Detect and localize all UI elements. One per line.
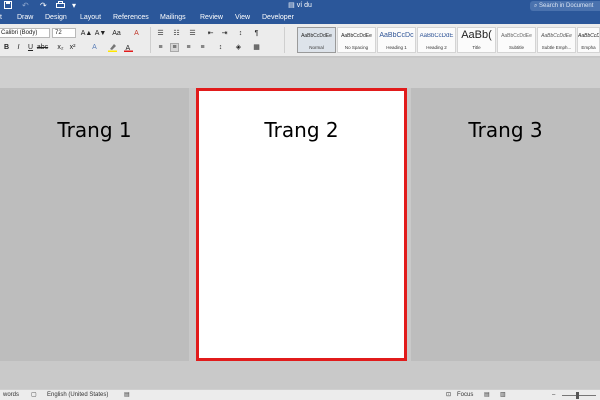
style-subtitle[interactable]: AaBbCcDdEe Subtitle [497, 27, 536, 53]
search-box[interactable]: ⌕ Search in Document [530, 1, 600, 11]
bullets-button[interactable]: ☰ [156, 29, 165, 38]
tab-draw[interactable]: Draw [17, 12, 33, 24]
font-size-dropdown[interactable]: 72 [52, 28, 76, 38]
zoom-slider[interactable] [562, 392, 596, 399]
track-changes-icon[interactable]: ▤ [124, 391, 130, 400]
tab-review[interactable]: Review [200, 12, 223, 24]
style-no-spacing[interactable]: AaBbCcDdEe No Spacing [337, 27, 376, 53]
tab-references[interactable]: References [113, 12, 149, 24]
italic-button[interactable]: I [14, 43, 23, 52]
decrease-indent-button[interactable]: ⇤ [206, 29, 215, 38]
proofing-icon[interactable]: ▢ [31, 391, 37, 400]
language-indicator[interactable]: English (United States) [47, 391, 108, 400]
ribbon-separator [150, 27, 151, 53]
shrink-font-button[interactable]: A▼ [95, 29, 107, 38]
bold-button[interactable]: B [2, 43, 11, 52]
focus-label[interactable]: Focus [457, 391, 473, 400]
underline-button[interactable]: U [26, 43, 35, 52]
search-placeholder: Search in Document [539, 3, 594, 9]
title-bar: ↶ ↷ ▾ ▤ ví du ⌕ Search in Document [0, 0, 600, 12]
tab-view[interactable]: View [235, 12, 250, 24]
zoom-out-icon[interactable]: – [552, 391, 555, 400]
font-color-icon: A [124, 45, 133, 52]
tab-layout[interactable]: Layout [80, 12, 101, 24]
strikethrough-button[interactable]: abc [37, 43, 48, 52]
numbering-button[interactable]: ☷ [172, 29, 181, 38]
style-emphasis[interactable]: AaBbCcDdEe Empha [577, 27, 600, 53]
text-effects-icon[interactable]: A [90, 43, 99, 52]
align-left-button[interactable]: ≡ [156, 43, 165, 52]
shading-button[interactable]: ◈ [234, 43, 243, 52]
clear-formatting-button[interactable]: A [132, 29, 141, 38]
document-file-icon: ▤ [288, 2, 297, 9]
document-title: ▤ ví du [288, 2, 312, 9]
ruler-strip [0, 58, 600, 88]
print-layout-view-icon[interactable]: ▤ [484, 391, 490, 400]
focus-mode-icon[interactable]: ⊡ [446, 391, 451, 400]
ribbon-separator [284, 27, 285, 53]
paragraph-mark-button[interactable]: ¶ [252, 29, 261, 38]
status-bar: words ▢ English (United States) ▤ ⊡ Focu… [0, 389, 600, 400]
page-3[interactable]: Trang 3 [411, 88, 600, 361]
line-spacing-button[interactable]: ↕ [216, 43, 225, 52]
tab-developer[interactable]: Developer [262, 12, 294, 24]
increase-indent-button[interactable]: ⇥ [220, 29, 229, 38]
page-3-title: Trang 3 [468, 118, 543, 142]
change-case-button[interactable]: Aa [112, 29, 121, 38]
page-2-selected[interactable]: Trang 2 [196, 88, 407, 361]
highlighter-icon [108, 44, 117, 52]
style-heading-1[interactable]: AaBbCcDc Heading 1 [377, 27, 416, 53]
clear-formatting-icon: A [134, 30, 139, 37]
tab-insert[interactable]: t [0, 12, 2, 24]
font-name-dropdown[interactable]: Calibri (Body) [0, 28, 50, 38]
page-2-title: Trang 2 [264, 118, 339, 142]
zoom-slider-knob[interactable] [576, 392, 579, 399]
style-normal[interactable]: AaBbCcDdEe Normal [297, 27, 336, 53]
align-center-button[interactable]: ≡ [170, 43, 179, 52]
page-1-title: Trang 1 [57, 118, 132, 142]
sort-button[interactable]: ↕ [236, 29, 245, 38]
tab-mailings[interactable]: Mailings [160, 12, 186, 24]
ribbon-home: Calibri (Body) 72 A▲ A▼ Aa A B I U abc x… [0, 24, 600, 57]
superscript-button[interactable]: x² [68, 43, 77, 52]
borders-button[interactable]: ▦ [252, 43, 261, 52]
multilevel-list-button[interactable]: ☰ [188, 29, 197, 38]
tab-design[interactable]: Design [45, 12, 67, 24]
style-title[interactable]: AaBb( Title [457, 27, 496, 53]
style-subtle-emphasis[interactable]: AaBbCcDdEe Subtle Emph... [537, 27, 576, 53]
align-right-button[interactable]: ≡ [184, 43, 193, 52]
font-color-button[interactable]: A [124, 43, 133, 52]
highlight-button[interactable] [108, 43, 117, 52]
web-layout-view-icon[interactable]: ▥ [500, 391, 506, 400]
justify-button[interactable]: ≡ [198, 43, 207, 52]
ribbon-tab-bar: t Draw Design Layout References Mailings… [0, 12, 600, 24]
style-heading-2[interactable]: AaBbCcDdE Heading 2 [417, 27, 456, 53]
grow-font-button[interactable]: A▲ [81, 29, 93, 38]
page-1[interactable]: Trang 1 [0, 88, 189, 361]
word-count[interactable]: words [3, 391, 19, 400]
subscript-button[interactable]: x₂ [56, 43, 65, 52]
